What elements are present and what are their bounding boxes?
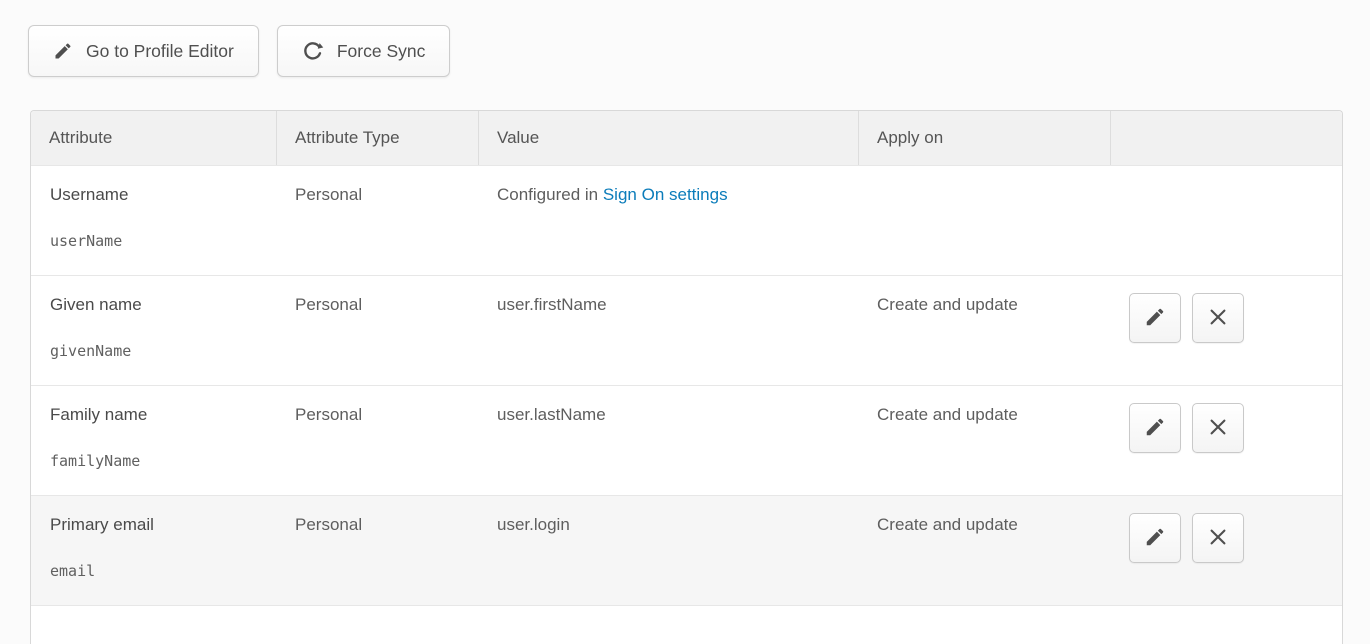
attribute-variable-name: userName	[50, 232, 258, 252]
apply-on-cell: Create and update	[858, 386, 1110, 495]
value-prefix-text: Configured in	[497, 185, 603, 204]
attribute-label: Primary email	[50, 514, 258, 536]
attribute-mapping-table: Attribute Attribute Type Value Apply on …	[30, 110, 1343, 644]
table-row-primary-email: Primary email email Personal user.login …	[31, 495, 1342, 605]
attribute-variable-name: email	[50, 562, 258, 582]
table-row-partial	[31, 605, 1342, 644]
delete-attribute-button[interactable]	[1192, 293, 1244, 343]
attribute-type-cell: Personal	[276, 276, 478, 385]
force-sync-label: Force Sync	[337, 41, 426, 62]
header-actions	[1110, 111, 1342, 165]
table-row-given-name: Given name givenName Personal user.first…	[31, 275, 1342, 385]
attribute-label: Username	[50, 184, 258, 206]
actions-cell	[1110, 386, 1342, 495]
header-attribute: Attribute	[31, 111, 276, 165]
edit-attribute-button[interactable]	[1129, 513, 1181, 563]
pencil-icon	[1144, 306, 1166, 331]
attribute-variable-name: familyName	[50, 452, 258, 472]
attribute-type-cell: Personal	[276, 386, 478, 495]
attribute-label: Family name	[50, 404, 258, 426]
toolbar: Go to Profile Editor Force Sync	[0, 0, 1370, 77]
delete-attribute-button[interactable]	[1192, 513, 1244, 563]
value-cell: user.login	[478, 496, 858, 605]
x-icon	[1207, 416, 1229, 441]
edit-attribute-button[interactable]	[1129, 403, 1181, 453]
attribute-label: Given name	[50, 294, 258, 316]
header-value: Value	[478, 111, 858, 165]
sign-on-settings-link[interactable]: Sign On settings	[603, 185, 728, 204]
delete-attribute-button[interactable]	[1192, 403, 1244, 453]
attribute-cell: Primary email email	[31, 496, 276, 605]
attribute-cell: Family name familyName	[31, 386, 276, 495]
header-attribute-type: Attribute Type	[276, 111, 478, 165]
pencil-icon	[1144, 526, 1166, 551]
value-cell: Configured in Sign On settings	[478, 166, 858, 275]
header-apply-on: Apply on	[858, 111, 1110, 165]
actions-cell	[1110, 496, 1342, 605]
refresh-icon	[302, 40, 324, 62]
attribute-type-cell: Personal	[276, 496, 478, 605]
table-row-family-name: Family name familyName Personal user.las…	[31, 385, 1342, 495]
value-cell: user.lastName	[478, 386, 858, 495]
attribute-type-cell: Personal	[276, 166, 478, 275]
apply-on-cell	[858, 166, 1110, 275]
table-header-row: Attribute Attribute Type Value Apply on	[31, 111, 1342, 165]
x-icon	[1207, 526, 1229, 551]
x-icon	[1207, 306, 1229, 331]
attribute-cell: Given name givenName	[31, 276, 276, 385]
actions-cell	[1110, 276, 1342, 385]
table-row-username: Username userName Personal Configured in…	[31, 165, 1342, 275]
attribute-cell: Username userName	[31, 166, 276, 275]
value-cell: user.firstName	[478, 276, 858, 385]
apply-on-cell: Create and update	[858, 276, 1110, 385]
go-to-profile-editor-button[interactable]: Go to Profile Editor	[28, 25, 259, 77]
edit-attribute-button[interactable]	[1129, 293, 1181, 343]
apply-on-cell: Create and update	[858, 496, 1110, 605]
go-to-profile-editor-label: Go to Profile Editor	[86, 41, 234, 62]
attribute-variable-name: givenName	[50, 342, 258, 362]
force-sync-button[interactable]: Force Sync	[277, 25, 451, 77]
pencil-icon	[53, 41, 73, 61]
pencil-icon	[1144, 416, 1166, 441]
actions-cell-empty	[1110, 166, 1342, 275]
